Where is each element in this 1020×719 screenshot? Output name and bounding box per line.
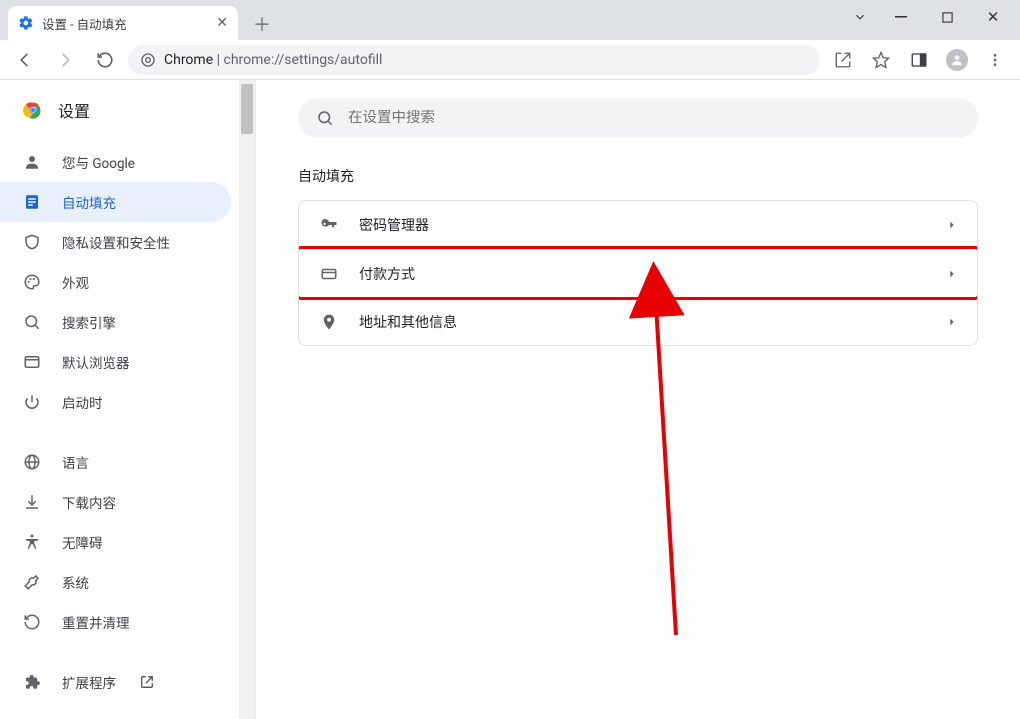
sidebar: 设置 您与 Google 自动填充隐私设置和安全性外观搜索引擎默认浏览器启动时 语… (0, 80, 256, 719)
chrome-logo-icon (22, 99, 44, 121)
sidebar-item-label: 隐私设置和安全性 (62, 232, 170, 252)
window-minimize[interactable] (878, 2, 924, 32)
close-tab-icon[interactable]: ✕ (216, 15, 228, 31)
key-icon (319, 215, 339, 235)
scrollbar-thumb[interactable] (241, 84, 253, 134)
globe-icon (22, 452, 42, 472)
nav-list-tertiary: 扩展程序 (0, 660, 255, 704)
sidebar-item-globe[interactable]: 语言 (0, 442, 231, 482)
settings-row-key[interactable]: 密码管理器 (299, 201, 977, 249)
sidebar-item-label: 搜索引擎 (62, 312, 116, 332)
sidebar-item-label: 重置并清理 (62, 612, 130, 632)
settings-row-pin[interactable]: 地址和其他信息 (299, 297, 977, 345)
browser-toolbar: Chrome | chrome://settings/autofill (0, 40, 1020, 80)
browser-tab[interactable]: 设置 - 自动填充 ✕ (8, 6, 238, 40)
external-link-icon (140, 675, 154, 689)
person-icon (22, 152, 42, 172)
sidebar-item-person[interactable]: 您与 Google (0, 142, 231, 182)
sidebar-item-autofill[interactable]: 自动填充 (0, 182, 231, 222)
tab-title: 设置 - 自动填充 (42, 14, 208, 33)
page-title: 设置 (58, 98, 90, 122)
sidebar-item-label: 下载内容 (62, 492, 116, 512)
settings-row-card[interactable]: 付款方式 (299, 249, 977, 297)
settings-search[interactable] (298, 98, 978, 138)
power-icon (22, 392, 42, 412)
url-text: Chrome | chrome://settings/autofill (164, 52, 382, 68)
puzzle-icon (22, 672, 42, 692)
search-icon (22, 312, 42, 332)
window-controls: ✕ (842, 2, 1016, 32)
wrench-icon (22, 572, 42, 592)
sidebar-scrollbar[interactable] (239, 80, 255, 719)
address-bar[interactable]: Chrome | chrome://settings/autofill (128, 45, 820, 75)
row-label: 付款方式 (359, 264, 927, 284)
browser-icon (22, 352, 42, 372)
sidebar-item-puzzle[interactable]: 扩展程序 (0, 662, 231, 702)
search-input[interactable] (348, 110, 960, 126)
sidebar-item-label: 您与 Google (62, 152, 135, 172)
sidebar-item-browser[interactable]: 默认浏览器 (0, 342, 231, 382)
bookmark-icon[interactable] (864, 43, 898, 77)
sidebar-item-label: 语言 (62, 452, 89, 472)
sidebar-item-power[interactable]: 启动时 (0, 382, 231, 422)
app-title-row: 设置 (0, 80, 255, 140)
row-label: 密码管理器 (359, 215, 927, 235)
sidebar-item-label: 外观 (62, 272, 89, 292)
sidebar-item-refresh[interactable]: 重置并清理 (0, 602, 231, 642)
autofill-icon (22, 192, 42, 212)
nav-list-secondary: 语言下载内容无障碍系统重置并清理 (0, 440, 255, 644)
reload-button[interactable] (88, 43, 122, 77)
autofill-card: 密码管理器付款方式地址和其他信息 (298, 200, 978, 346)
search-icon (316, 109, 334, 127)
content-area: 自动填充 密码管理器付款方式地址和其他信息 (256, 80, 1020, 719)
back-button[interactable] (8, 43, 42, 77)
nav-list-primary: 您与 Google 自动填充隐私设置和安全性外观搜索引擎默认浏览器启动时 (0, 140, 255, 424)
new-tab-button[interactable]: ＋ (248, 10, 276, 38)
palette-icon (22, 272, 42, 292)
sidebar-item-label: 自动填充 (62, 192, 116, 212)
tab-search-button[interactable] (842, 2, 878, 32)
sidebar-item-wrench[interactable]: 系统 (0, 562, 231, 602)
sidebar-item-accessibility[interactable]: 无障碍 (0, 522, 231, 562)
gear-icon (18, 15, 34, 31)
refresh-icon (22, 612, 42, 632)
settings-page: 设置 您与 Google 自动填充隐私设置和安全性外观搜索引擎默认浏览器启动时 语… (0, 80, 1020, 719)
card-icon (319, 264, 339, 284)
forward-button[interactable] (48, 43, 82, 77)
toolbar-actions (826, 43, 1012, 77)
shield-icon (22, 232, 42, 252)
sidebar-item-label: 启动时 (62, 392, 103, 412)
chevron-right-icon (947, 269, 957, 279)
chevron-right-icon (947, 220, 957, 230)
sidebar-item-label: 默认浏览器 (62, 352, 130, 372)
pin-icon (319, 312, 339, 332)
row-label: 地址和其他信息 (359, 312, 927, 332)
download-icon (22, 492, 42, 512)
site-info-icon[interactable] (140, 52, 156, 68)
section-heading: 自动填充 (298, 166, 978, 186)
accessibility-icon (22, 532, 42, 552)
sidebar-item-search[interactable]: 搜索引擎 (0, 302, 231, 342)
window-maximize[interactable] (924, 2, 970, 32)
sidebar-item-download[interactable]: 下载内容 (0, 482, 231, 522)
chevron-right-icon (947, 317, 957, 327)
sidebar-item-label: 扩展程序 (62, 672, 116, 692)
menu-button[interactable] (978, 43, 1012, 77)
side-panel-icon[interactable] (902, 43, 936, 77)
sidebar-item-label: 系统 (62, 572, 89, 592)
sidebar-item-palette[interactable]: 外观 (0, 262, 231, 302)
window-tabstrip: 设置 - 自动填充 ✕ ＋ ✕ (0, 0, 1020, 40)
profile-button[interactable] (940, 43, 974, 77)
sidebar-item-label: 无障碍 (62, 532, 103, 552)
sidebar-item-shield[interactable]: 隐私设置和安全性 (0, 222, 231, 262)
share-icon[interactable] (826, 43, 860, 77)
window-close[interactable]: ✕ (970, 2, 1016, 32)
